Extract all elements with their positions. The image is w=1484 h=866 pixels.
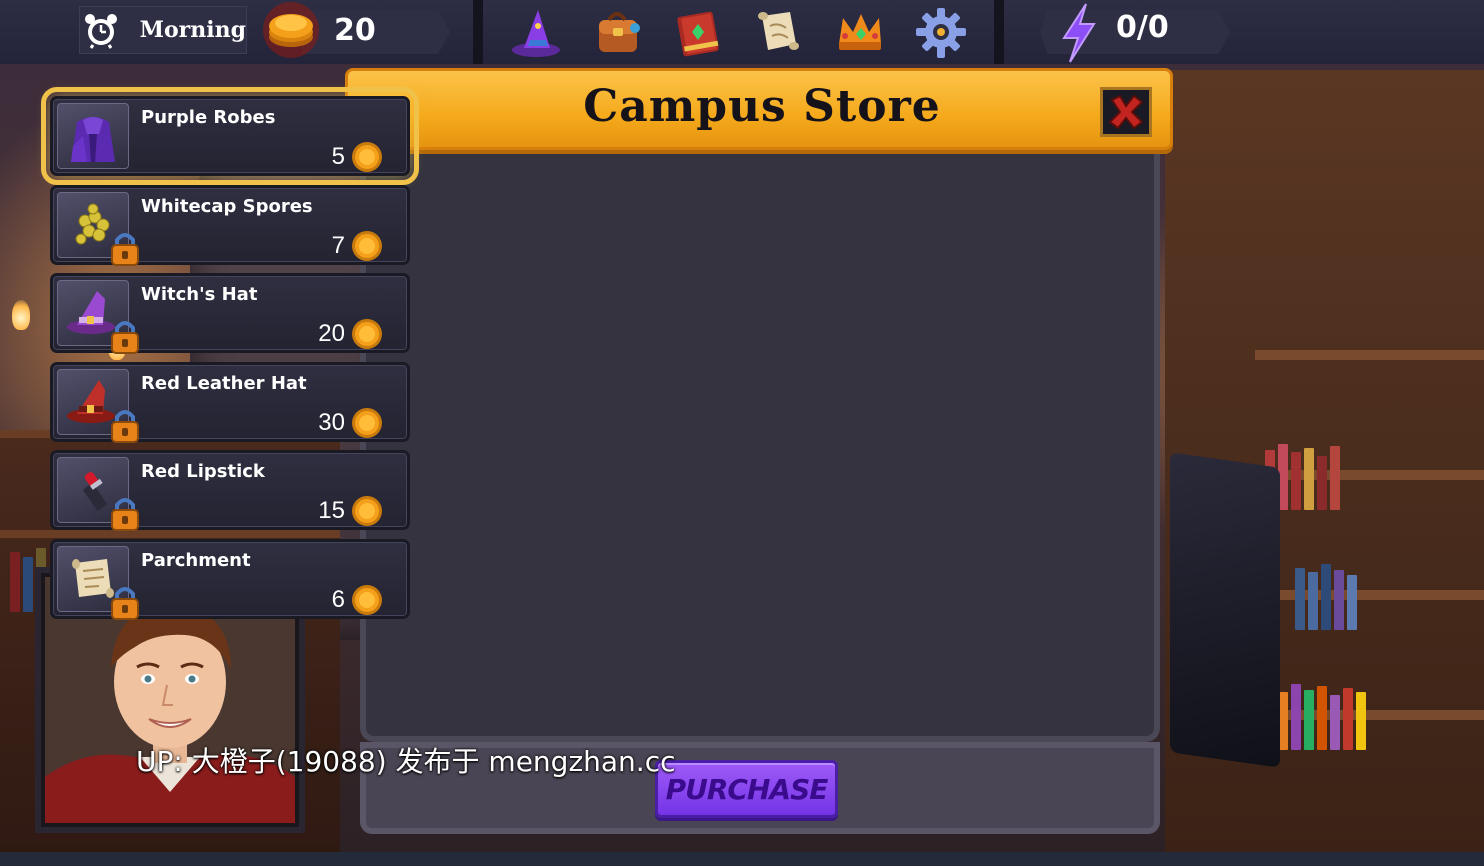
computer-monitor xyxy=(1170,452,1280,768)
backpack-icon xyxy=(598,12,640,52)
purchase-button-label: PURCHASE xyxy=(665,772,829,806)
time-of-day-indicator: Morning xyxy=(79,6,247,54)
backpack-button[interactable] xyxy=(584,1,650,63)
item-price: 30 xyxy=(318,408,345,436)
store-item-red-leather-hat[interactable]: Red Leather Hat 30 xyxy=(50,361,410,443)
store-body xyxy=(360,150,1160,742)
store-title: Campus Store xyxy=(583,81,941,132)
coin-icon xyxy=(352,230,382,261)
close-icon xyxy=(1108,94,1144,130)
store-item-parchment[interactable]: Parchment 6 xyxy=(50,538,410,620)
top-hud: Morning 20 0/0 xyxy=(0,0,1484,64)
scroll-map-icon xyxy=(758,12,800,50)
padlock-icon xyxy=(111,498,139,532)
item-price: 5 xyxy=(331,143,345,170)
store-item-red-lipstick[interactable]: Red Lipstick 15 xyxy=(50,450,410,532)
energy-value: 0/0 xyxy=(1116,10,1169,45)
candle-flame xyxy=(12,300,30,330)
energy-counter: 0/0 xyxy=(1040,3,1230,63)
alarm-clock-icon xyxy=(80,6,122,54)
padlock-icon xyxy=(111,409,139,443)
floor-strip xyxy=(0,852,1484,866)
padlock-icon xyxy=(111,321,139,355)
padlock-icon xyxy=(111,232,139,266)
item-name: Purple Robes xyxy=(141,107,276,128)
coin-icon xyxy=(352,584,382,615)
item-price: 20 xyxy=(318,320,345,348)
coin-icon xyxy=(352,319,382,350)
coin-counter: 20 xyxy=(262,2,450,58)
item-price: 15 xyxy=(318,497,345,525)
store-item-whitecap-spores[interactable]: Whitecap Spores 7 xyxy=(50,184,410,266)
purchase-button[interactable]: PURCHASE xyxy=(655,760,838,818)
settings-gear-icon xyxy=(915,8,966,58)
wizard-hat-icon xyxy=(512,10,561,57)
purple-robes-icon xyxy=(57,103,129,169)
lightning-bolt-icon xyxy=(1062,3,1096,63)
coin-icon xyxy=(352,496,382,527)
time-of-day-label: Morning xyxy=(139,17,246,43)
books xyxy=(1295,560,1357,630)
item-name: Red Leather Hat xyxy=(141,372,307,394)
crown-icon xyxy=(838,14,881,50)
spellbook-icon xyxy=(676,11,719,57)
padlock-icon xyxy=(111,586,139,620)
watermark-text: UP: 大橙子(19088) 发布于 mengzhan.cc xyxy=(136,745,676,778)
close-button[interactable] xyxy=(1100,87,1152,137)
scroll-map-button[interactable] xyxy=(745,1,811,63)
item-name: Red Lipstick xyxy=(141,461,265,483)
main-toolbar xyxy=(482,0,994,64)
store-item-witchs-hat[interactable]: Witch's Hat 20 xyxy=(50,273,410,355)
item-name: Whitecap Spores xyxy=(141,195,313,217)
crown-button[interactable] xyxy=(826,1,892,63)
wizard-hat-button[interactable] xyxy=(503,1,569,63)
coin-icon xyxy=(352,142,382,172)
store-item-purple-robes[interactable]: Purple Robes 5 xyxy=(41,87,419,185)
campus-store-dialog: Campus Store xyxy=(345,66,1175,836)
store-item-list: Purple Robes 5 Whitecap Spores 7 Witch's… xyxy=(37,87,421,628)
coin-count: 20 xyxy=(334,12,376,48)
coin-icon xyxy=(352,407,382,438)
item-name: Parchment xyxy=(141,549,251,571)
store-title-bar: Campus Store xyxy=(345,68,1173,150)
gold-coin-icon xyxy=(263,2,319,58)
item-price: 6 xyxy=(331,585,345,613)
books xyxy=(1265,680,1366,750)
item-name: Witch's Hat xyxy=(141,284,258,306)
item-price: 7 xyxy=(331,231,345,259)
settings-button[interactable] xyxy=(907,1,973,63)
spellbook-button[interactable] xyxy=(665,1,731,63)
